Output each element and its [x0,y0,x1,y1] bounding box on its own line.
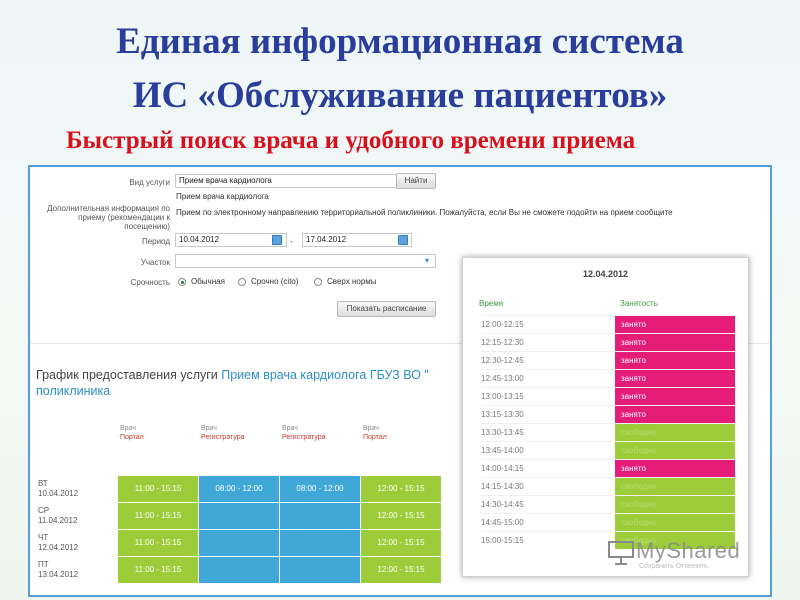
popup-date: 12.04.2012 [582,269,629,279]
presentation-icon [608,541,634,565]
slot-status-busy[interactable]: занято [615,460,735,477]
col-status-header: Занятость [620,299,658,308]
slot-time: 13:45-14:00 [481,446,524,455]
urgency-cito-radio[interactable] [238,278,246,286]
slide-subtitle: Быстрый поиск врача и удобного времени п… [66,127,636,154]
slot-time: 14:15-14:30 [481,482,524,491]
schedule-cell[interactable]: 11:00 - 15:15 [118,557,198,583]
schedule-cell[interactable]: 08:00 - 12:00 [280,476,360,502]
slot-status-busy[interactable]: занято [615,370,735,387]
slot-status-free[interactable]: свободно [615,442,735,459]
period-dash: - [290,237,293,246]
slot-status-busy[interactable]: занято [615,406,735,423]
urgency-option-label: Срочно (cito) [251,277,299,286]
slot-time: 12:45-13:00 [481,374,524,383]
urgency-over-norm-radio[interactable] [314,278,322,286]
watermark-brand: MyShared [636,538,741,563]
slot-status-busy[interactable]: занято [615,334,735,351]
schedule-cell[interactable]: 08:00 - 12:00 [199,476,279,502]
district-select[interactable] [175,254,436,268]
slide-title-line1: Единая информационная система [116,21,684,62]
doctor-header[interactable]: Врач Регистратура [201,425,277,442]
schedule-cell[interactable]: 11:00 - 15:15 [118,530,198,556]
schedule-heading-service[interactable]: Прием врача кардиолога ГБУЗ ВО " [221,368,428,382]
schedule-cell[interactable]: 11:00 - 15:15 [118,503,198,529]
schedule-cell[interactable]: 12:00 - 15:15 [361,476,441,502]
doctor-header[interactable]: Врач Регистратура [282,425,358,442]
chevron-down-icon[interactable]: ▾ [425,256,429,266]
slot-time: 13:00-13:15 [481,392,524,401]
service-hint: Прием врача кардиолога [176,192,269,201]
schedule-heading: График предоставления услуги Прием врача… [36,367,476,399]
show-schedule-button[interactable]: Показать расписание [337,301,436,317]
slot-status-busy[interactable]: занято [615,316,735,333]
period-label: Период [141,237,170,246]
slot-time: 14:45-15:00 [481,518,524,527]
slot-time: 13:30-13:45 [481,428,524,437]
period-to-input[interactable]: 17.04.2012 [302,233,412,247]
schedule-cell[interactable] [280,503,360,529]
urgency-option-label: Обычная [191,277,225,286]
slot-status-free[interactable]: свободно [615,496,735,513]
slot-status-free[interactable]: свободно [615,478,735,495]
schedule-heading-line2[interactable]: поликлиника [36,384,110,398]
schedule-cell[interactable]: 12:00 - 15:15 [361,530,441,556]
calendar-icon[interactable] [398,235,408,245]
schedule-cell[interactable] [280,530,360,556]
slot-time: 12:30-12:45 [481,356,524,365]
slot-time: 13:15-13:30 [481,410,524,419]
day-label: ЧТ 12.04.2012 [38,533,79,552]
schedule-cell[interactable] [199,503,279,529]
extra-info-label: Дополнительная информация по приему (рек… [47,204,170,231]
service-type-label: Вид услуги [129,178,170,187]
day-label: ПТ 13.04.2012 [38,560,79,579]
slot-status-free[interactable]: свободно [615,514,735,531]
schedule-heading-prefix: График предоставления услуги [36,368,218,382]
slot-time: 14:30-14:45 [481,500,524,509]
calendar-icon[interactable] [272,235,282,245]
time-slots-popup: 12.04.2012 Время Занятость 12:00-12:15 за… [462,257,749,577]
extra-info-text: Прием по электронному направлению террит… [176,208,673,217]
doctor-header[interactable]: Врач Портал [120,425,196,442]
urgency-label: Срочность [130,278,170,287]
urgency-option-label: Сверх нормы [327,277,377,286]
period-from-input[interactable]: 10.04.2012 [175,233,287,247]
day-label: ВТ 10.04.2012 [38,479,79,498]
schedule-cell[interactable] [199,557,279,583]
slot-status-busy[interactable]: занято [615,352,735,369]
col-time-header: Время [479,299,504,308]
day-label: СР 11.04.2012 [38,506,78,525]
slot-status-busy[interactable]: занято [615,388,735,405]
app-screenshot: Вид услуги Прием врача кардиолога Найти … [28,165,772,597]
slot-time: 15:00-15:15 [481,536,524,545]
urgency-normal-radio[interactable] [178,278,186,286]
slot-time: 12:00-12:15 [481,320,524,329]
schedule-cell[interactable] [199,530,279,556]
doctor-header[interactable]: Врач Портал [363,425,439,442]
service-type-input[interactable]: Прием врача кардиолога [175,174,397,188]
schedule-cell[interactable]: 12:00 - 15:15 [361,503,441,529]
schedule-cell[interactable] [280,557,360,583]
slot-status-free[interactable]: свободно [615,424,735,441]
schedule-cell[interactable]: 12:00 - 15:15 [361,557,441,583]
find-button[interactable]: Найти [396,173,436,189]
slot-time: 12:15-12:30 [481,338,524,347]
slot-time: 14:00-14:15 [481,464,524,473]
district-label: Участок [140,258,170,267]
slide-title-line2: ИС «Обслуживание пациентов» [132,75,668,116]
schedule-cell[interactable]: 11:00 - 15:15 [118,476,198,502]
